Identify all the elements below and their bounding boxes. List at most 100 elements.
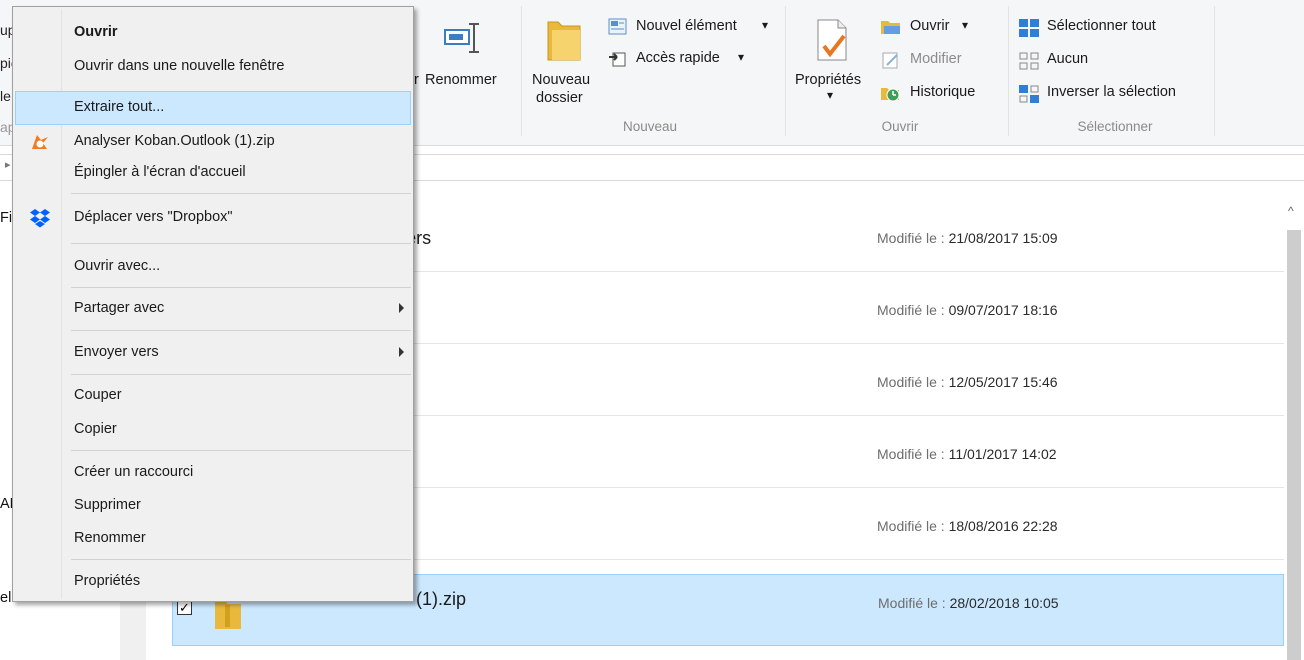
invert-selection-icon xyxy=(1019,85,1039,103)
new-item-button[interactable]: Nouvel élément ▾ xyxy=(608,18,780,40)
new-folder-label-1: Nouveau xyxy=(532,72,591,88)
selection-checkbox[interactable]: ✓ xyxy=(177,600,192,615)
new-folder-label-2: dossier xyxy=(536,90,583,106)
quick-access-label: Accès rapide xyxy=(636,50,720,66)
modified-prefix: Modifié le : xyxy=(878,595,950,611)
chevron-down-icon: ▾ xyxy=(962,18,969,32)
menu-item-ouvrir-nouvelle-fenetre[interactable]: Ouvrir dans une nouvelle fenêtre xyxy=(15,52,411,82)
menu-item-label: Ouvrir xyxy=(74,24,118,40)
open-folder-icon xyxy=(881,21,900,34)
select-none-label: Aucun xyxy=(1047,51,1089,67)
edit-icon xyxy=(882,52,898,69)
group-label-selectionner: Sélectionner xyxy=(1077,119,1153,134)
dropbox-icon xyxy=(30,209,50,228)
history-icon xyxy=(881,88,900,102)
modified-prefix: Modifié le : xyxy=(877,374,949,390)
rename-label: Renommer xyxy=(425,72,497,88)
select-all-button[interactable]: Sélectionner tout xyxy=(1018,18,1198,40)
modified-date: 11/01/2017 14:02 xyxy=(948,446,1057,462)
modified-date: 21/08/2017 15:09 xyxy=(948,230,1058,246)
modified-prefix: Modifié le : xyxy=(877,446,949,462)
menu-item-label: Créer un raccourci xyxy=(74,464,194,480)
modified-prefix: Modifié le : xyxy=(877,302,949,318)
modified-prefix: Modifié le : xyxy=(877,518,949,534)
file-list-scrollbar[interactable]: ^ xyxy=(1284,200,1304,660)
scrollbar-thumb[interactable] xyxy=(1287,230,1301,660)
menu-item-epingler[interactable]: Épingler à l'écran d'accueil xyxy=(15,158,411,188)
menu-item-label: Envoyer vers xyxy=(74,344,159,360)
menu-item-ouvrir-avec[interactable]: Ouvrir avec... xyxy=(15,252,411,282)
menu-item-copier[interactable]: Copier xyxy=(15,415,411,445)
file-modified: Modifié le : 09/07/2017 18:16 xyxy=(877,302,1058,318)
ribbon-separator xyxy=(521,6,522,136)
invert-selection-button[interactable]: Inverser la sélection xyxy=(1018,84,1208,106)
avast-icon xyxy=(32,135,48,149)
new-item-icon xyxy=(608,18,627,35)
context-menu: Ouvrir Ouvrir dans une nouvelle fenêtre … xyxy=(12,6,414,602)
select-all-icon xyxy=(1019,19,1039,37)
new-item-label: Nouvel élément xyxy=(636,18,737,34)
nav-item-fragment[interactable]: el xyxy=(0,590,11,606)
file-name: (1).zip xyxy=(416,589,467,609)
rename-button[interactable] xyxy=(414,14,514,114)
group-label-nouveau: Nouveau xyxy=(622,119,678,134)
chevron-right-icon xyxy=(399,347,404,357)
menu-item-extraire-tout[interactable]: Extraire tout... xyxy=(15,91,411,125)
menu-item-supprimer[interactable]: Supprimer xyxy=(15,491,411,521)
modified-date: 12/05/2017 15:46 xyxy=(948,374,1058,390)
menu-separator xyxy=(71,374,411,375)
menu-item-label: Analyser Koban.Outlook (1).zip xyxy=(74,133,275,149)
chevron-up-icon[interactable]: ^ xyxy=(1288,204,1294,218)
menu-separator xyxy=(71,330,411,331)
rename-icon xyxy=(444,23,479,53)
chevron-down-icon: ▾ xyxy=(738,50,745,64)
quick-access-button[interactable]: Accès rapide ▾ xyxy=(608,50,758,72)
chevron-right-icon[interactable]: ▸ xyxy=(5,158,11,171)
menu-separator xyxy=(71,193,411,194)
menu-item-couper[interactable]: Couper xyxy=(15,381,411,411)
menu-item-label: Partager avec xyxy=(74,300,165,316)
history-button[interactable]: Historique xyxy=(880,84,1000,106)
ribbon-separator xyxy=(785,6,786,136)
select-none-button[interactable]: Aucun xyxy=(1018,51,1118,73)
chevron-right-icon xyxy=(399,303,404,313)
select-none-icon xyxy=(1019,52,1039,70)
edit-label: Modifier xyxy=(910,51,962,67)
menu-item-renommer[interactable]: Renommer xyxy=(15,524,411,554)
menu-item-creer-raccourci[interactable]: Créer un raccourci xyxy=(15,458,411,488)
menu-item-proprietes[interactable]: Propriétés xyxy=(15,567,411,597)
chevron-down-icon: ▾ xyxy=(827,88,834,102)
menu-item-envoyer-vers[interactable]: Envoyer vers xyxy=(15,338,411,368)
properties-icon xyxy=(817,19,847,61)
file-modified: Modifié le : 28/02/2018 10:05 xyxy=(878,595,1059,611)
file-modified: Modifié le : 18/08/2016 22:28 xyxy=(877,518,1058,534)
menu-item-label: Propriétés xyxy=(74,573,141,589)
edit-button[interactable]: Modifier xyxy=(880,51,990,73)
menu-item-analyser[interactable]: Analyser Koban.Outlook (1).zip xyxy=(15,127,411,157)
menu-item-label: Extraire tout... xyxy=(74,99,165,115)
menu-separator xyxy=(71,450,411,451)
rename-prefix: r xyxy=(414,72,419,88)
history-label: Historique xyxy=(910,84,976,100)
chevron-down-icon: ▾ xyxy=(762,18,769,32)
file-modified: Modifié le : 11/01/2017 14:02 xyxy=(877,446,1057,462)
modified-date: 28/02/2018 10:05 xyxy=(949,595,1059,611)
menu-item-ouvrir[interactable]: Ouvrir xyxy=(15,18,411,48)
modified-prefix: Modifié le : xyxy=(877,230,949,246)
open-button[interactable]: Ouvrir ▾ xyxy=(880,18,990,40)
menu-item-dropbox[interactable]: Déplacer vers "Dropbox" xyxy=(15,203,411,233)
menu-separator xyxy=(71,559,411,560)
menu-item-label: Copier xyxy=(74,421,117,437)
nav-item-fragment[interactable]: Fi xyxy=(0,210,12,226)
menu-separator xyxy=(71,243,411,244)
ribbon-separator xyxy=(1008,6,1009,136)
properties-label: Propriétés xyxy=(795,72,862,88)
menu-item-label: Supprimer xyxy=(74,497,141,513)
menu-item-label: Renommer xyxy=(74,530,146,546)
quick-access-icon xyxy=(609,52,626,67)
menu-item-label: Ouvrir dans une nouvelle fenêtre xyxy=(74,58,285,74)
menu-item-label: Couper xyxy=(74,387,122,403)
menu-item-partager-avec[interactable]: Partager avec xyxy=(15,294,411,324)
menu-item-label: Déplacer vers "Dropbox" xyxy=(74,209,233,225)
file-modified: Modifié le : 12/05/2017 15:46 xyxy=(877,374,1058,390)
